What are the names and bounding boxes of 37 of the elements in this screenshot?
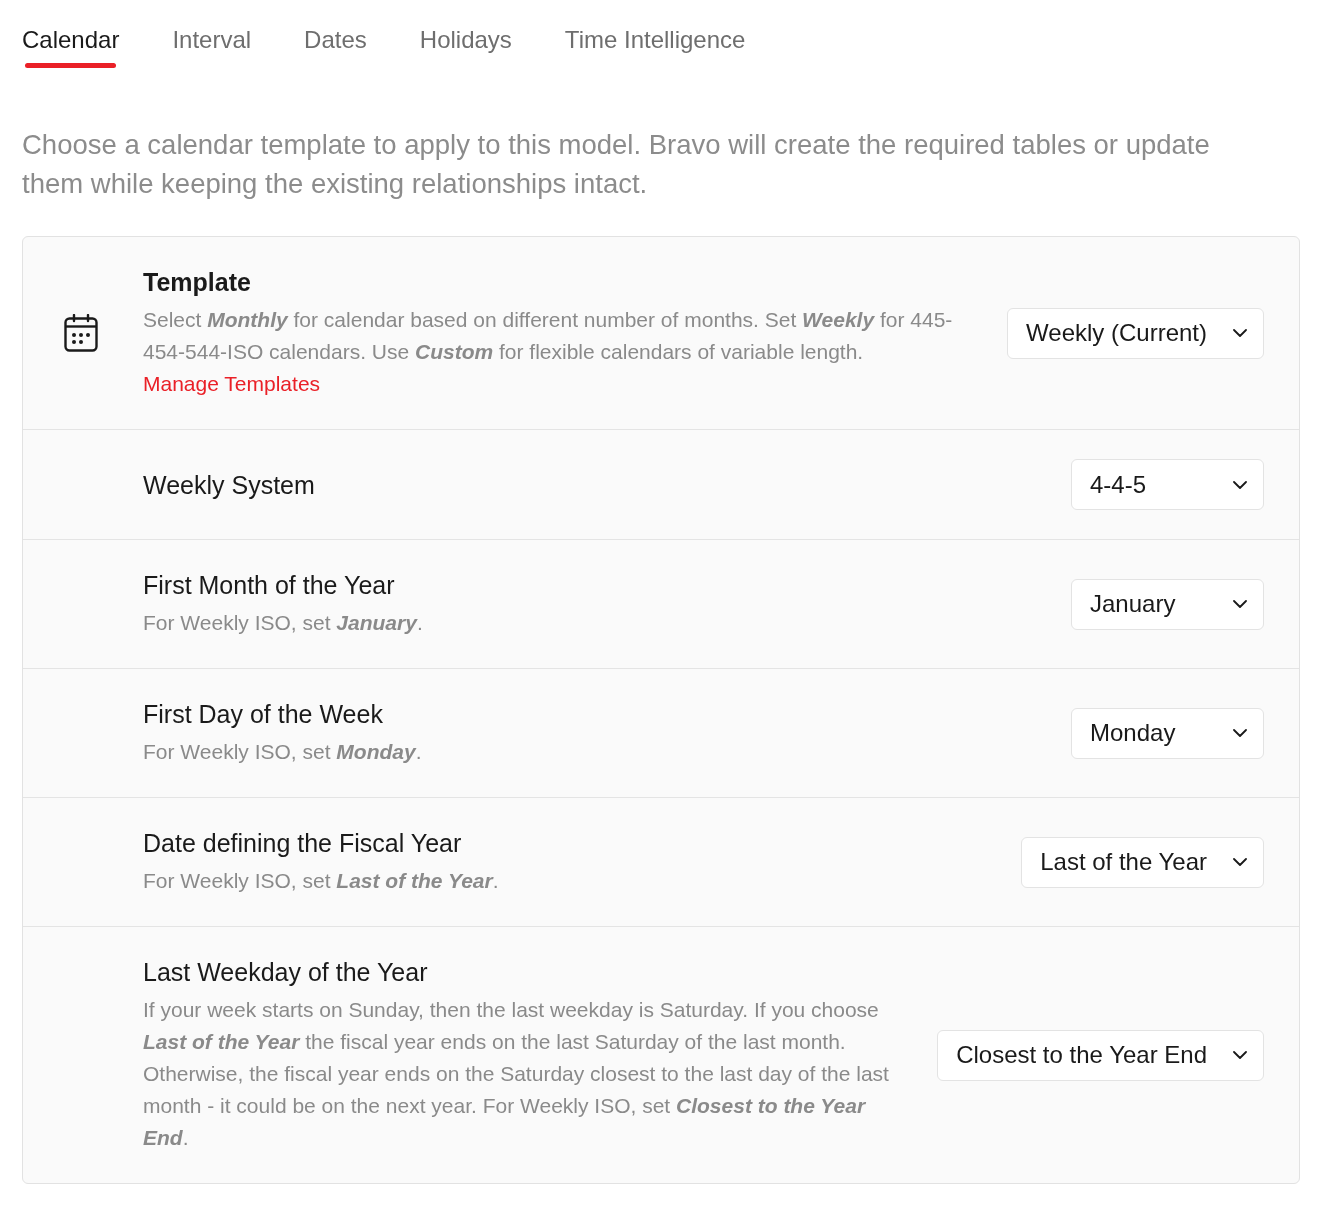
chevron-down-icon [1233,729,1247,737]
chevron-down-icon [1233,600,1247,608]
setting-title: First Month of the Year [143,570,396,601]
dropdown-value: 4-4-5 [1090,470,1147,499]
setting-title: Date defining the Fiscal Year [143,828,463,859]
chevron-down-icon [1233,480,1247,489]
tab[interactable]: Interval [172,24,252,68]
setting-title: Template [143,267,252,298]
tab[interactable]: Holidays [419,24,512,68]
setting-title: First Day of the Week [143,699,384,730]
intro-text: Choose a calendar template to apply to this model. Bravo will create the required tables or update them while keeping the existing relationships intact. [22,128,1211,201]
manage-templates-link[interactable]: Manage Templates [143,368,321,400]
tab[interactable]: Time Intelligence [564,24,746,68]
dropdown-value: Monday [1090,719,1176,747]
setting-title: Last Weekday of the Year [143,957,429,988]
dropdown-value: Weekly (Current) [1026,319,1207,347]
setting-description: For Weekly ISO, set Monday. [143,739,423,765]
setting-description: For Weekly ISO, set January. [143,610,424,636]
tab[interactable]: Calendar [22,24,120,68]
dropdown[interactable]: January [1071,578,1264,630]
dropdown-value: Closest to the Year End [956,1041,1207,1069]
chevron-down-icon [1233,858,1247,866]
setting-title: Weekly System [143,469,316,501]
setting-description: Select Monthly for calendar based on different number of months. Set Weekly for 445-454-544-ISO calendars. Use Custom for flexible calendars of variable length. [143,307,954,365]
dropdown[interactable]: 4-4-5 [1071,459,1264,510]
dropdown-value: January [1090,590,1176,618]
setting-description: If your week starts on Sunday, then the last weekday is Saturday. If you choose Last of the Year the fiscal year ends on the last Saturday of the last month. Otherwise, the fiscal year ends on the Saturday closest to the last day of the last month - it could be on the next year. For Weekly ISO, set Closest to the Year End. [143,997,890,1151]
chevron-down-icon [1233,1051,1247,1059]
dropdown[interactable]: Last of the Year [1021,836,1264,888]
dropdown[interactable]: Monday [1071,707,1264,759]
tab[interactable]: Dates [304,24,367,68]
dropdown[interactable]: Weekly (Current) [1007,307,1264,359]
chevron-down-icon [1233,329,1247,337]
dropdown-value: Last of the Year [1040,848,1207,876]
setting-description: For Weekly ISO, set Last of the Year. [143,868,500,894]
dropdown[interactable]: Closest to the Year End [937,1029,1264,1081]
calendar-icon [64,314,98,352]
